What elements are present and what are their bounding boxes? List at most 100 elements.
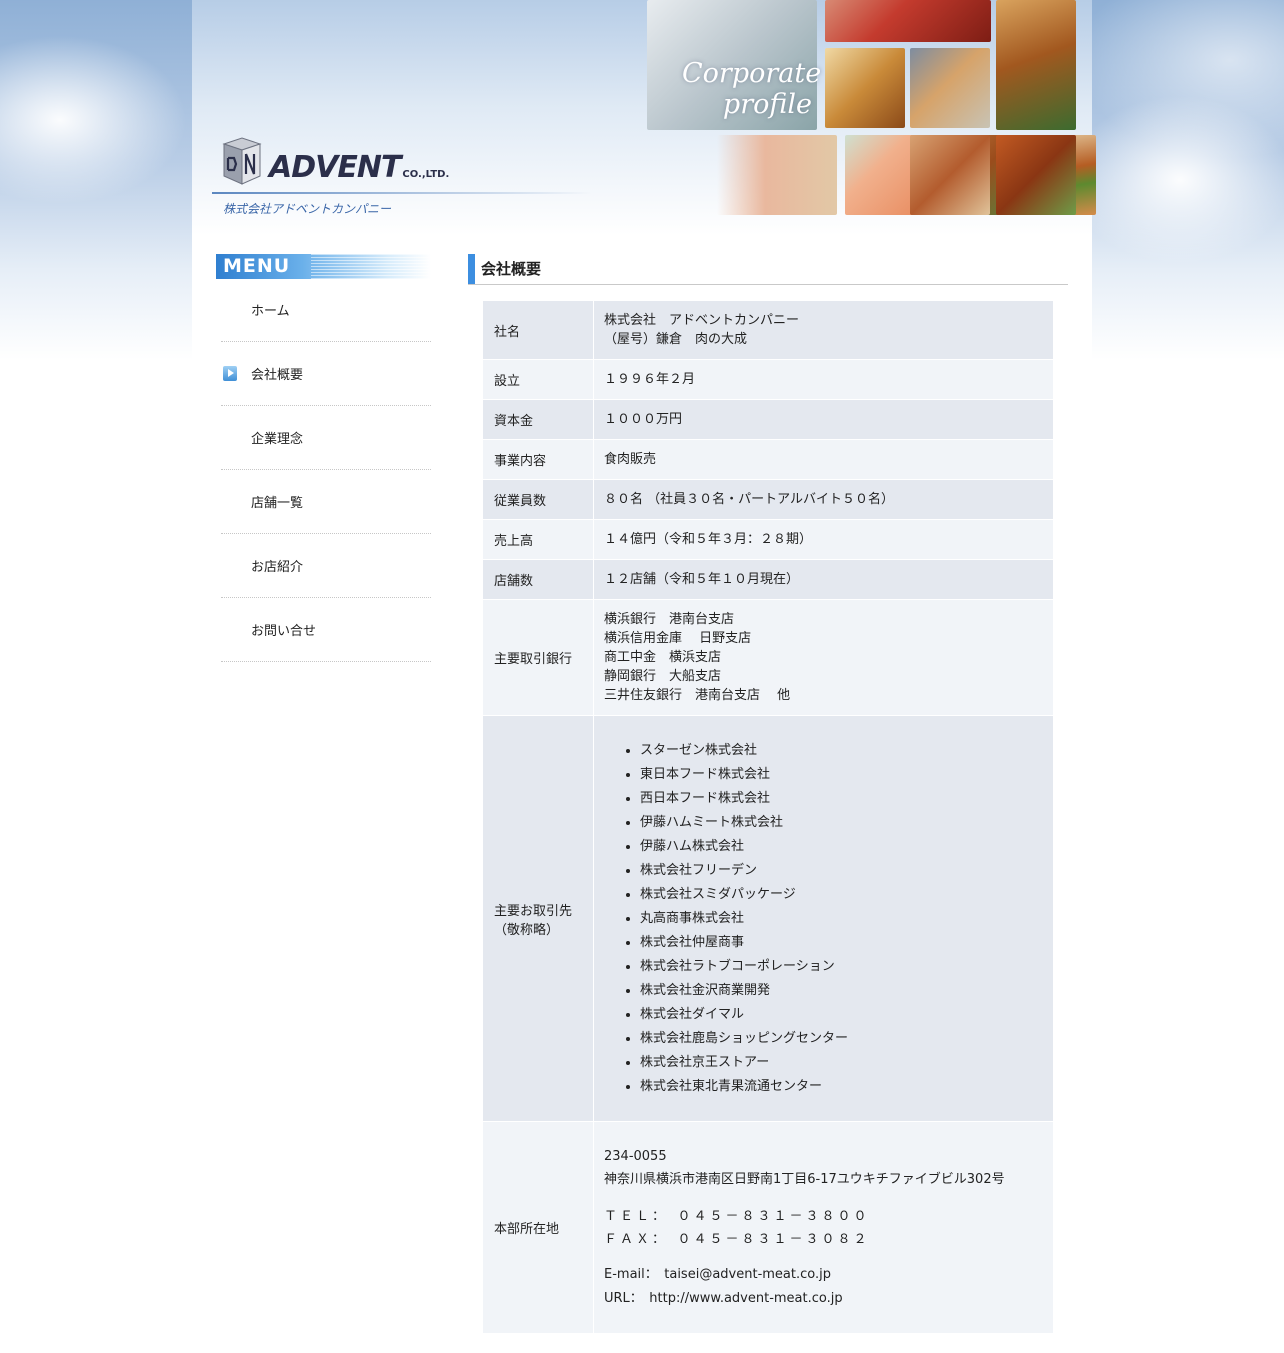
sidebar-item-label[interactable]: 会社概要 [251,364,303,383]
website-link[interactable]: URL： http://www.advent-meat.co.jp [604,1287,1043,1311]
clients-list: スターゼン株式会社 東日本フード株式会社 西日本フード株式会社 伊藤ハムミート株… [604,739,1043,1099]
sidebar-item-label[interactable]: 店舗一覧 [251,492,303,511]
table-row-founded: 設立 １９９６年２月 [483,359,1053,400]
table-row-banks: 主要取引銀行 横浜銀行 港南台支店 横浜信用金庫 日野支店 商工中金 横浜支店 … [483,599,1053,716]
logo-mark-icon [222,137,262,185]
table-row-business: 事業内容 食肉販売 [483,439,1053,480]
sidebar-item-store-list[interactable]: 店舗一覧 [221,470,431,534]
banner-photo-pizza-slice [996,0,1076,130]
clients-label: 主要お取引先 [494,903,573,919]
table-row-sales: 売上高 １４億円（令和５年３月：２８期） [483,519,1053,560]
banner-title-line2: profile [722,89,812,120]
list-item: 株式会社仲屋商事 [640,931,1043,955]
sidebar-item-label[interactable]: 企業理念 [251,428,303,447]
row-label: 事業内容 [483,439,594,480]
company-name-value: 株式会社 アドベントカンパニー [604,313,800,328]
email-link[interactable]: E-mail： taisei@advent-meat.co.jp [604,1263,1043,1287]
row-value: スターゼン株式会社 東日本フード株式会社 西日本フード株式会社 伊藤ハムミート株… [593,715,1053,1122]
row-label: 主要お取引先 （敬称略） [483,715,594,1122]
list-item: 伊藤ハム株式会社 [640,835,1043,859]
sidebar-item-label[interactable]: お問い合せ [251,620,316,639]
list-item: 株式会社スミダパッケージ [640,883,1043,907]
banner-photo-fried-fish [910,48,990,128]
list-item: 丸高商事株式会社 [640,907,1043,931]
row-value: １０００万円 [593,399,1053,440]
clients-label-note: （敬称略） [494,922,560,938]
row-label: 資本金 [483,399,594,440]
row-label: 本部所在地 [483,1121,594,1334]
banner-title-line1: Corporate [682,58,822,89]
bank-item: 三井住友銀行 港南台支店 他 [604,688,791,703]
row-label: 売上高 [483,519,594,560]
logo-wordmark[interactable]: ADVENT CO.,LTD. [269,150,449,185]
row-value: １４億円（令和５年３月：２８期） [593,519,1053,560]
banner-photo-tomatoes [825,0,991,42]
table-row-clients: 主要お取引先 （敬称略） スターゼン株式会社 東日本フード株式会社 西日本フード… [483,715,1053,1122]
row-label: 主要取引銀行 [483,599,594,716]
bank-item: 静岡銀行 大船支店 [604,669,722,684]
banner-photo-fried-chicken [825,48,905,128]
bank-item: 商工中金 横浜支店 [604,650,722,665]
table-row-stores: 店舗数 １２店舗（令和５年１０月現在） [483,559,1053,600]
page-container: ADVENT CO.,LTD. 株式会社アドベントカンパニー Corporate … [192,0,1096,1353]
phone-number: ＴＥＬ： ０４５－８３１－３８００ [604,1208,870,1224]
banner-title: Corporate profile [682,58,822,120]
menu-header-decoration [311,254,431,279]
section-heading-marker [468,254,475,284]
row-value: 食肉販売 [593,439,1053,480]
list-item: 株式会社金沢商業開発 [640,979,1043,1003]
list-item: 株式会社ダイマル [640,1003,1043,1027]
sidebar-item-contact[interactable]: お問い合せ [221,598,431,662]
banner-photo-pizza [910,135,990,215]
company-name-jp: 株式会社アドベントカンパニー [223,202,392,216]
row-label: 店舗数 [483,559,594,600]
menu-title: MENU [223,255,291,277]
sidebar-item-company-profile[interactable]: 会社概要 [221,342,431,406]
table-row-headquarters: 本部所在地 234-0055 神奈川県横浜市港南区日野南1丁目6-17ユウキチフ… [483,1121,1053,1334]
list-item: 伊藤ハムミート株式会社 [640,811,1043,835]
row-label: 設立 [483,359,594,400]
address: 神奈川県横浜市港南区日野南1丁目6-17ユウキチファイブビル302号 [604,1171,1005,1187]
menu-header: MENU [216,254,431,279]
sidebar-item-label[interactable]: ホーム [251,300,290,319]
list-item: 株式会社フリーデン [640,859,1043,883]
row-label: 社名 [483,300,594,360]
sidebar-menu: ホーム 会社概要 企業理念 店舗一覧 お店紹介 お問い合せ [221,278,431,662]
active-arrow-icon [223,366,237,381]
list-item: スターゼン株式会社 [640,739,1043,763]
page-title: 会社概要 [481,260,542,278]
fax-number: ＦＡＸ： ０４５－８３１－３０８２ [604,1231,870,1247]
table-row-company-name: 社名 株式会社 アドベントカンパニー （屋号）鎌倉 肉の大成 [483,300,1053,360]
sidebar-item-store-intro[interactable]: お店紹介 [221,534,431,598]
row-label: 従業員数 [483,479,594,520]
banner-photo-salad [717,135,837,215]
logo-suffix: CO.,LTD. [402,169,450,180]
row-value: １２店舗（令和５年１０月現在） [593,559,1053,600]
row-value: ８０名 （社員３０名・パートアルバイト５０名） [593,479,1053,520]
list-item: 株式会社ラトブコーポレーション [640,955,1043,979]
bank-item: 横浜銀行 港南台支店 [604,612,735,627]
list-item: 株式会社東北青果流通センター [640,1075,1043,1099]
table-row-employees: 従業員数 ８０名 （社員３０名・パートアルバイト５０名） [483,479,1053,520]
row-value: 株式会社 アドベントカンパニー （屋号）鎌倉 肉の大成 [593,300,1053,360]
table-row-capital: 資本金 １０００万円 [483,399,1053,440]
logo-text: ADVENT [269,150,401,185]
banner-photo-wings [996,135,1076,215]
company-profile-table: 社名 株式会社 アドベントカンパニー （屋号）鎌倉 肉の大成 設立 １９９６年２… [483,300,1053,1334]
trade-name-value: （屋号）鎌倉 肉の大成 [604,332,748,347]
bank-item: 横浜信用金庫 日野支店 [604,631,752,646]
list-item: 東日本フード株式会社 [640,763,1043,787]
postal-code: 234-0055 [604,1148,667,1164]
row-value: １９９６年２月 [593,359,1053,400]
sidebar-item-philosophy[interactable]: 企業理念 [221,406,431,470]
header-divider [212,192,592,194]
sidebar-item-label[interactable]: お店紹介 [251,556,303,575]
list-item: 株式会社鹿島ショッピングセンター [640,1027,1043,1051]
section-heading: 会社概要 [468,254,1068,285]
list-item: 株式会社京王ストアー [640,1051,1043,1075]
sidebar-item-home[interactable]: ホーム [221,278,431,342]
list-item: 西日本フード株式会社 [640,787,1043,811]
row-value: 234-0055 神奈川県横浜市港南区日野南1丁目6-17ユウキチファイブビル3… [593,1121,1053,1334]
